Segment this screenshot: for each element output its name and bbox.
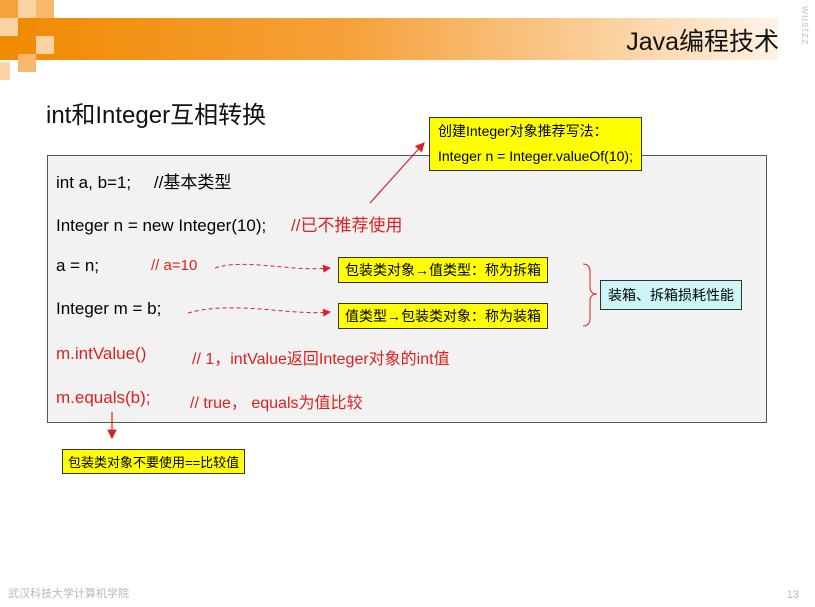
recommend-line-1: 创建Integer对象推荐写法： — [438, 123, 608, 139]
footer-org: 武汉科技大学计算机学院 — [8, 588, 129, 600]
page-number: 13 — [786, 589, 799, 601]
recommend-callout: 创建Integer对象推荐写法： Integer n = Integer.val… — [429, 117, 642, 171]
recommend-line-2: Integer n = Integer.valueOf(10); — [438, 148, 633, 164]
unboxing-callout: 包装类对象→值类型：称为拆箱 — [338, 257, 548, 283]
cost-callout: 装箱、拆箱损耗性能 — [600, 280, 742, 310]
compare-callout: 包装类对象不要使用==比较值 — [62, 449, 246, 474]
boxing-callout: 值类型→包装类对象：称为装箱 — [338, 303, 548, 329]
